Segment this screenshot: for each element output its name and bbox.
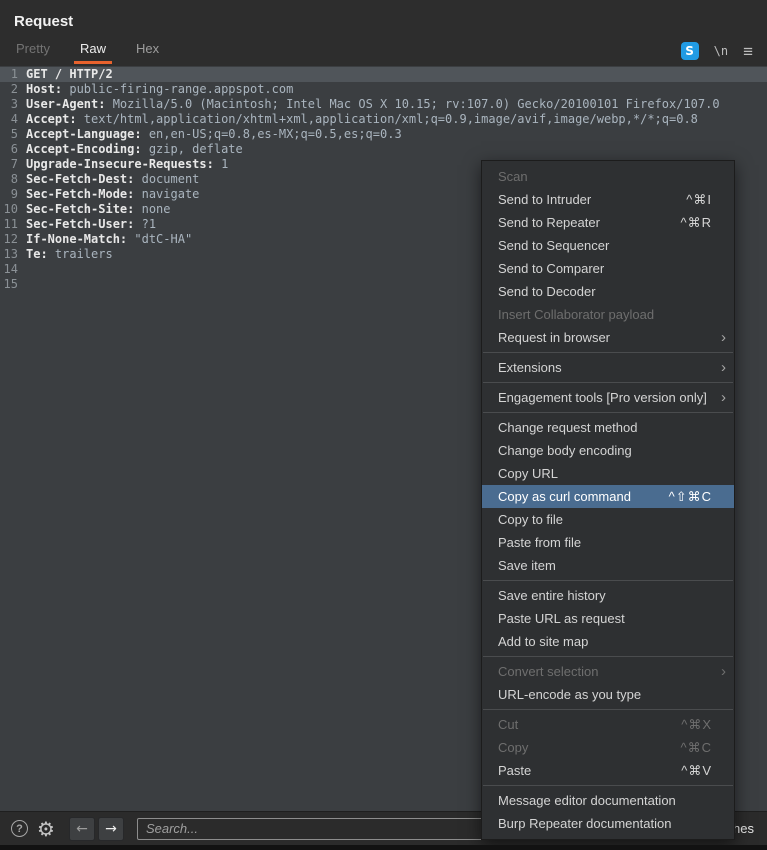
line-number: 6 xyxy=(0,142,24,157)
line-number: 10 xyxy=(0,202,24,217)
request-line: 1 GET / HTTP/2 xyxy=(0,67,767,82)
line-number: 5 xyxy=(0,127,24,142)
request-line: 3 User-Agent: Mozilla/5.0 (Macintosh; In… xyxy=(0,97,767,112)
submenu-arrow-icon: › xyxy=(721,358,726,375)
menu-item-copy-to-file[interactable]: Copy to file xyxy=(482,508,734,531)
menu-item-paste[interactable]: Paste ^⌘V xyxy=(482,759,734,782)
request-line-content: Sec-Fetch-User: ?1 xyxy=(24,217,156,232)
menu-item-paste-from-file[interactable]: Paste from file xyxy=(482,531,734,554)
menu-item-insert-collaborator-payload: Insert Collaborator payload xyxy=(482,303,734,326)
menu-item-request-in-browser[interactable]: Request in browser › xyxy=(482,326,734,349)
menu-item-copy-as-curl-command[interactable]: Copy as curl command ^⇧⌘C xyxy=(482,485,734,508)
tab-raw[interactable]: Raw xyxy=(78,37,108,64)
page-title: Request xyxy=(14,13,73,30)
menu-separator xyxy=(483,352,733,353)
request-line: 5 Accept-Language: en,en-US;q=0.8,es-MX;… xyxy=(0,127,767,142)
menu-item-send-to-repeater[interactable]: Send to Repeater ^⌘R xyxy=(482,211,734,234)
show-nonprintable-icon[interactable]: \n xyxy=(714,44,728,58)
menu-item-copy-url[interactable]: Copy URL xyxy=(482,462,734,485)
submenu-arrow-icon: › xyxy=(721,388,726,405)
menu-item-scan: Scan xyxy=(482,165,734,188)
menu-separator xyxy=(483,580,733,581)
line-number: 8 xyxy=(0,172,24,187)
submenu-arrow-icon: › xyxy=(721,662,726,679)
menu-item-convert-selection: Convert selection › xyxy=(482,660,734,683)
request-line: 6 Accept-Encoding: gzip, deflate xyxy=(0,142,767,157)
menu-item-extensions[interactable]: Extensions › xyxy=(482,356,734,379)
request-line-content: Host: public-firing-range.appspot.com xyxy=(24,82,293,97)
request-line-content: Upgrade-Insecure-Requests: 1 xyxy=(24,157,228,172)
left-arrow-icon: ← xyxy=(76,821,88,837)
request-line-content xyxy=(24,277,26,292)
history-forward-button[interactable]: → xyxy=(98,817,124,841)
menu-item-send-to-sequencer[interactable]: Send to Sequencer xyxy=(482,234,734,257)
menu-item-cut: Cut ^⌘X xyxy=(482,713,734,736)
message-editor-tabbar: Pretty Raw Hex S \n ≡ xyxy=(0,33,767,64)
request-line: 2 Host: public-firing-range.appspot.com xyxy=(0,82,767,97)
menu-item-save-entire-history[interactable]: Save entire history xyxy=(482,584,734,607)
editor-menu-icon[interactable]: ≡ xyxy=(743,43,753,60)
request-line-content: GET / HTTP/2 xyxy=(24,67,113,82)
tab-hex[interactable]: Hex xyxy=(134,37,161,64)
help-icon[interactable]: ? xyxy=(11,820,28,837)
line-number: 15 xyxy=(0,277,24,292)
menu-item-send-to-comparer[interactable]: Send to Comparer xyxy=(482,257,734,280)
request-line-content: Accept-Encoding: gzip, deflate xyxy=(24,142,243,157)
tab-pretty[interactable]: Pretty xyxy=(14,37,52,64)
context-menu: Scan Send to Intruder ^⌘I Send to Repeat… xyxy=(481,160,735,840)
line-number: 9 xyxy=(0,187,24,202)
right-arrow-icon: → xyxy=(105,821,117,837)
menu-item-save-item[interactable]: Save item xyxy=(482,554,734,577)
request-line: 4 Accept: text/html,application/xhtml+xm… xyxy=(0,112,767,127)
request-line-content: If-None-Match: "dtC-HA" xyxy=(24,232,192,247)
request-line-content: Sec-Fetch-Dest: document xyxy=(24,172,199,187)
line-number: 11 xyxy=(0,217,24,232)
request-panel: Request Pretty Raw Hex S \n ≡ 1 GET / HT… xyxy=(0,0,767,845)
panel-header: Request xyxy=(0,0,767,33)
menu-item-copy: Copy ^⌘C xyxy=(482,736,734,759)
request-line-content: User-Agent: Mozilla/5.0 (Macintosh; Inte… xyxy=(24,97,720,112)
line-number: 12 xyxy=(0,232,24,247)
menu-item-paste-url-as-request[interactable]: Paste URL as request xyxy=(482,607,734,630)
gear-icon[interactable]: ⚙ xyxy=(37,819,55,839)
menu-item-change-body-encoding[interactable]: Change body encoding xyxy=(482,439,734,462)
menu-item-add-to-site-map[interactable]: Add to site map xyxy=(482,630,734,653)
menu-separator xyxy=(483,656,733,657)
request-line-content: Te: trailers xyxy=(24,247,113,262)
line-number: 7 xyxy=(0,157,24,172)
request-line-content xyxy=(24,262,26,277)
menu-item-send-to-intruder[interactable]: Send to Intruder ^⌘I xyxy=(482,188,734,211)
submenu-arrow-icon: › xyxy=(721,328,726,345)
editor-toolbar-icons: S \n ≡ xyxy=(681,42,753,64)
line-number: 13 xyxy=(0,247,24,262)
line-number: 4 xyxy=(0,112,24,127)
menu-item-engagement-tools[interactable]: Engagement tools [Pro version only] › xyxy=(482,386,734,409)
request-line-content: Sec-Fetch-Site: none xyxy=(24,202,171,217)
menu-item-burp-repeater-documentation[interactable]: Burp Repeater documentation xyxy=(482,812,734,835)
request-line-content: Accept: text/html,application/xhtml+xml,… xyxy=(24,112,698,127)
line-number: 3 xyxy=(0,97,24,112)
history-back-button[interactable]: ← xyxy=(69,817,95,841)
menu-separator xyxy=(483,382,733,383)
menu-separator xyxy=(483,412,733,413)
menu-item-change-request-method[interactable]: Change request method xyxy=(482,416,734,439)
request-line-content: Accept-Language: en,en-US;q=0.8,es-MX;q=… xyxy=(24,127,402,142)
syntax-highlight-icon[interactable]: S xyxy=(681,42,699,60)
request-line-content: Sec-Fetch-Mode: navigate xyxy=(24,187,199,202)
menu-item-message-editor-documentation[interactable]: Message editor documentation xyxy=(482,789,734,812)
line-number: 14 xyxy=(0,262,24,277)
menu-separator xyxy=(483,709,733,710)
menu-separator xyxy=(483,785,733,786)
line-number: 1 xyxy=(0,67,24,82)
menu-item-send-to-decoder[interactable]: Send to Decoder xyxy=(482,280,734,303)
menu-item-url-encode-as-you-type[interactable]: URL-encode as you type xyxy=(482,683,734,706)
line-number: 2 xyxy=(0,82,24,97)
